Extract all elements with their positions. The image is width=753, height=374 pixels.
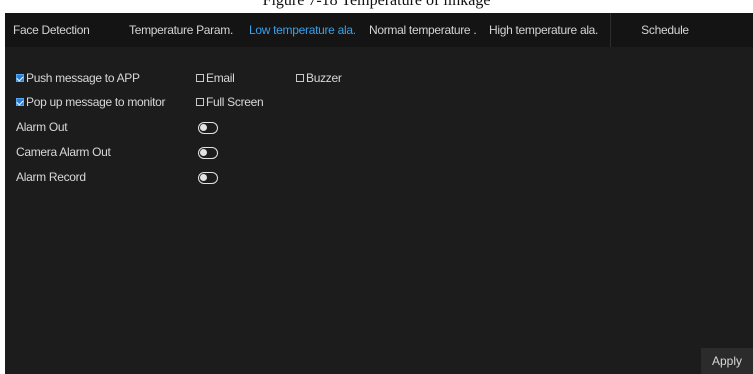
tab-normal-temperature[interactable]: Normal temperature . [369, 13, 487, 47]
alarm-out-label: Alarm Out [16, 120, 68, 134]
tab-high-temperature-alarm[interactable]: High temperature ala. [489, 13, 609, 47]
full-screen-checkbox[interactable] [196, 97, 204, 106]
camera-alarm-out-label: Camera Alarm Out [16, 145, 111, 159]
push-message-option[interactable]: Push message to APP [16, 70, 140, 86]
tab-label: Face Detection [13, 23, 90, 37]
tab-temperature-param[interactable]: Temperature Param. [129, 13, 247, 47]
buzzer-checkbox[interactable] [296, 73, 304, 82]
tab-low-temperature-alarm[interactable]: Low temperature ala. [249, 13, 369, 47]
tab-label: Normal temperature . [369, 23, 477, 37]
alarm-record-toggle[interactable] [198, 172, 218, 184]
push-message-checkbox[interactable] [16, 73, 24, 82]
tab-label: Low temperature ala. [249, 23, 356, 37]
tab-label: Temperature Param. [129, 23, 233, 37]
tab-label: Schedule [641, 23, 689, 37]
email-option[interactable]: Email [196, 70, 235, 86]
full-screen-option[interactable]: Full Screen [196, 94, 264, 110]
tab-label: High temperature ala. [489, 23, 599, 37]
buzzer-label: Buzzer [306, 71, 342, 85]
tab-bar: Face Detection Temperature Param. Low te… [5, 13, 753, 47]
popup-message-label: Pop up message to monitor [26, 95, 166, 109]
email-label: Email [206, 71, 235, 85]
push-message-label: Push message to APP [26, 71, 140, 85]
popup-message-option[interactable]: Pop up message to monitor [16, 94, 166, 110]
apply-button[interactable]: Apply [701, 348, 753, 374]
alarm-record-label: Alarm Record [16, 170, 86, 184]
alarm-out-toggle[interactable] [198, 122, 218, 134]
popup-message-checkbox[interactable] [16, 97, 24, 106]
figure-caption-text: Figure 7-18 Temperature of linkage [262, 0, 491, 9]
camera-alarm-out-toggle[interactable] [198, 147, 218, 159]
full-screen-label: Full Screen [206, 95, 264, 109]
tab-face-detection[interactable]: Face Detection [13, 13, 125, 47]
figure-caption: Figure 7-18 Temperature of linkage [0, 0, 753, 14]
tab-schedule[interactable]: Schedule [610, 13, 719, 47]
email-checkbox[interactable] [196, 73, 204, 82]
buzzer-option[interactable]: Buzzer [296, 70, 342, 86]
settings-panel: Face Detection Temperature Param. Low te… [5, 13, 753, 374]
